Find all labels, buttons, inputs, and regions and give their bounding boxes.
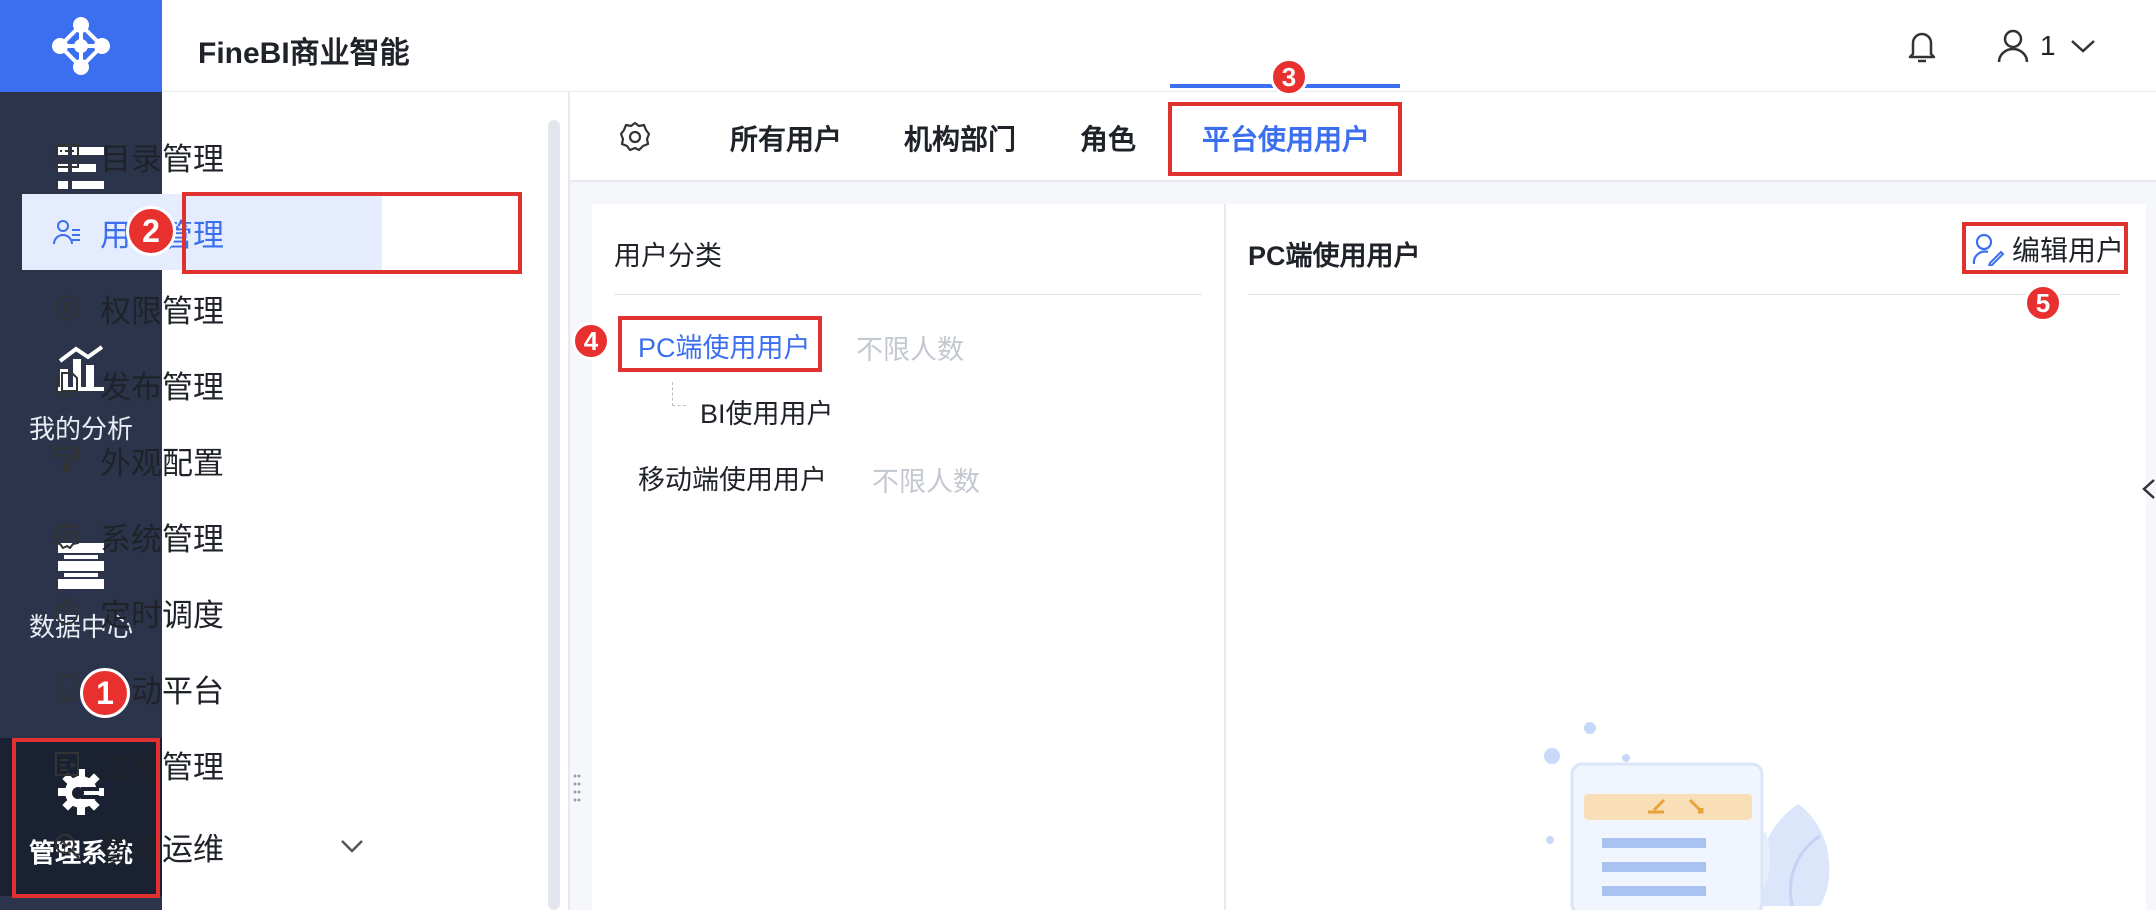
settings-gear-icon[interactable] [618,120,652,154]
menu-item-label: 定时调度 [100,597,224,633]
menu-item-label: 智能运维 [100,831,224,867]
annotation-badge-2: 2 [126,206,176,256]
annotation-badge-1: 1 [80,668,130,718]
menu-item-label: 注册管理 [100,749,224,785]
collapse-arrow-icon[interactable] [2140,476,2156,502]
edit-user-button[interactable]: 编辑用户 [1972,228,2124,270]
user-category-title: 用户分类 [614,241,722,271]
user-menu[interactable]: 1 [1996,26,2096,66]
shield-icon [52,293,82,323]
menu-item-intelligent-ops[interactable]: 智能运维 [22,808,382,884]
drag-handle-icon[interactable] [572,772,582,806]
register-icon [52,749,82,779]
ops-icon [52,831,82,861]
tab-platform-users[interactable]: 平台使用用户 [1202,118,1370,158]
gear-icon [52,521,82,551]
menu-item-label: 系统管理 [100,521,224,557]
user-manage-icon [52,217,82,247]
tree-item-bi-users[interactable]: BI使用用户 [700,392,834,431]
divider [614,294,1202,295]
publish-icon [52,369,82,399]
top-header: FineBI商业智能 1 [162,0,2156,92]
tab-roles[interactable]: 角色 [1080,118,1136,158]
annotation-badge-4: 4 [572,322,610,360]
menu-item-scheduled-tasks[interactable]: 定时调度 [22,574,382,650]
annotation-badge-5: 5 [2024,284,2062,322]
tab-all-users[interactable]: 所有用户 [730,118,842,158]
paint-roller-icon [52,445,82,475]
menu-item-label: 发布管理 [100,369,224,405]
edit-user-icon [1972,233,2004,266]
user-avatar-icon [1997,29,2029,63]
tab-departments[interactable]: 机构部门 [904,118,1016,158]
mobile-icon [52,673,82,703]
timer-icon [52,597,82,627]
chevron-down-icon [2070,40,2095,53]
menu-item-registration-management[interactable]: 注册管理 [22,726,382,802]
app-brand: FineBI商业智能 [198,37,410,70]
menu-item-appearance-config[interactable]: 外观配置 [22,422,382,498]
tree-connector [672,382,686,406]
menu-item-mobile-platform[interactable]: 移动平台 [22,650,382,726]
menu-item-catalog-management[interactable]: 目录管理 [22,118,382,194]
menu-item-system-management[interactable]: 系统管理 [22,498,382,574]
notification-bell-icon[interactable] [1902,26,1942,66]
edit-user-label: 编辑用户 [2012,235,2125,266]
chevron-down-icon [341,840,363,853]
tree-item-mobile-users[interactable]: 移动端使用用户 [638,458,827,497]
list-icon [52,141,82,171]
divider [1248,294,2120,295]
app-logo[interactable] [0,0,162,92]
user-category-panel [592,204,1224,910]
menu-item-label: 权限管理 [100,293,224,329]
menu-item-label: 外观配置 [100,445,224,481]
user-list-title: PC端使用用户 [1248,241,1421,271]
tree-item-pc-users[interactable]: PC端使用用户 [638,326,811,365]
menu-item-user-management[interactable]: 用户管理 [22,194,382,270]
user-limit-label: 不限人数 [856,335,964,365]
empty-state-illustration [1544,722,1830,910]
menu-item-label: 目录管理 [100,141,224,177]
username: 1 [2040,30,2056,61]
menu-item-publish-management[interactable]: 发布管理 [22,346,382,422]
user-management-tabs: 所有用户 机构部门 角色 平台使用用户 [570,92,2156,182]
annotation-badge-3: 3 [1270,58,1308,96]
menu-item-permission-management[interactable]: 权限管理 [22,270,382,346]
panel-splitter[interactable] [568,92,570,910]
submenu-scrollbar[interactable] [548,120,560,910]
logo-icon [52,17,110,75]
user-limit-label: 不限人数 [872,467,980,497]
